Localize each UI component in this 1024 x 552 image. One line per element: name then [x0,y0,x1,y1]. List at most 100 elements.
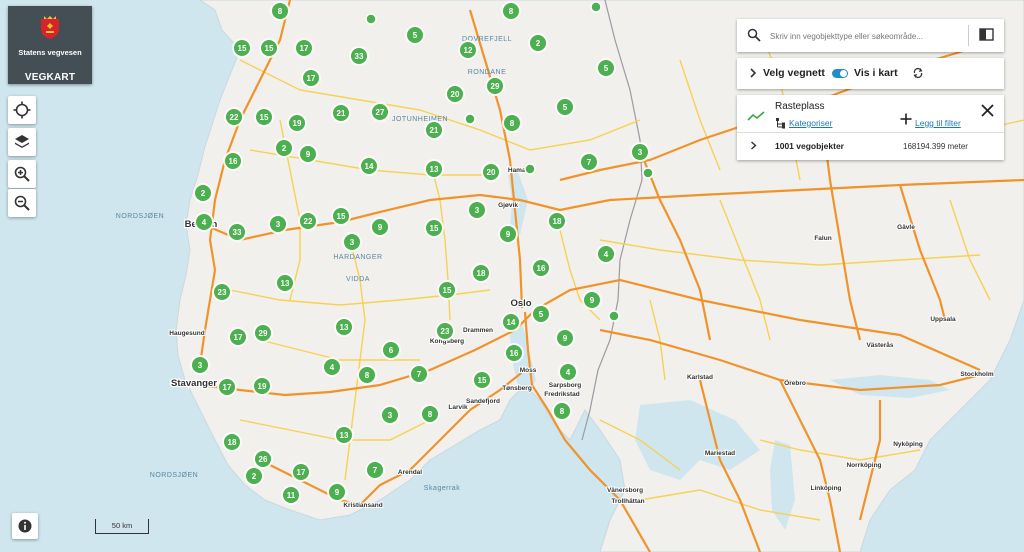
cluster-marker[interactable]: 15 [232,38,252,58]
cluster-marker[interactable]: 2 [274,138,294,158]
cluster-marker[interactable]: 7 [365,460,385,480]
cluster-marker[interactable]: 3 [467,200,487,220]
cluster-marker[interactable]: 4 [558,362,578,382]
cluster-marker[interactable]: 6 [381,340,401,360]
cluster-marker[interactable]: 26 [253,449,273,469]
cluster-marker[interactable]: 15 [424,218,444,238]
cluster-marker[interactable]: 9 [370,217,390,237]
chevron-right-icon[interactable] [750,141,757,150]
cluster-marker[interactable]: 18 [222,432,242,452]
cluster-marker[interactable]: 19 [252,376,272,396]
cluster-marker[interactable]: 22 [298,211,318,231]
rest-area-marker[interactable] [365,13,377,25]
cluster-marker[interactable]: 16 [504,343,524,363]
zoom-out-button[interactable] [8,189,36,217]
cluster-marker[interactable]: 15 [437,280,457,300]
object-count[interactable]: 1001 vegobjekter [775,141,844,151]
cluster-marker[interactable]: 18 [471,263,491,283]
categorize-link[interactable]: Kategoriser [789,118,832,128]
layers-button[interactable] [8,128,36,156]
cluster-marker[interactable]: 12 [458,40,478,60]
cluster-marker[interactable]: 17 [294,38,314,58]
cluster-marker[interactable]: 3 [342,232,362,252]
cluster-marker[interactable]: 13 [334,425,354,445]
locate-button[interactable] [8,96,36,124]
cluster-marker[interactable]: 21 [331,103,351,123]
cluster-marker[interactable]: 11 [281,485,301,505]
cluster-marker[interactable]: 17 [291,462,311,482]
rest-area-marker[interactable] [464,113,476,125]
cluster-marker[interactable]: 2 [193,183,213,203]
cluster-marker[interactable]: 13 [424,159,444,179]
zoom-in-button[interactable] [8,160,36,188]
cluster-marker[interactable]: 8 [502,113,522,133]
cluster-marker[interactable]: 7 [409,364,429,384]
cluster-marker[interactable]: 5 [596,58,616,78]
cluster-marker[interactable]: 8 [420,404,440,424]
select-network-button[interactable]: Velg vegnett [763,67,825,79]
cluster-marker[interactable]: 4 [322,357,342,377]
cluster-marker[interactable]: 33 [227,222,247,242]
cluster-marker[interactable]: 17 [217,377,237,397]
agency-logo[interactable]: Statens vegvesen VEGKART [8,6,92,84]
cluster-marker[interactable]: 27 [370,102,390,122]
chevron-right-icon[interactable] [749,68,757,78]
cluster-marker[interactable]: 15 [259,38,279,58]
cluster-marker[interactable]: 4 [596,244,616,264]
cluster-marker[interactable]: 5 [405,25,425,45]
cluster-marker[interactable]: 9 [327,482,347,502]
cluster-marker[interactable]: 23 [435,321,455,341]
cluster-marker[interactable]: 29 [253,323,273,343]
cluster-marker[interactable]: 21 [424,120,444,140]
cluster-marker[interactable]: 9 [582,290,602,310]
search-input[interactable] [768,27,968,45]
cluster-marker[interactable]: 9 [498,224,518,244]
plus-icon[interactable] [900,113,912,125]
cluster-marker[interactable]: 7 [579,152,599,172]
book-icon[interactable] [979,28,994,41]
cluster-marker[interactable]: 15 [472,370,492,390]
cluster-marker[interactable]: 14 [359,156,379,176]
rest-area-marker[interactable] [524,163,536,175]
cluster-marker[interactable]: 29 [485,76,505,96]
cluster-marker[interactable]: 16 [223,151,243,171]
cluster-marker[interactable]: 33 [349,46,369,66]
cluster-marker[interactable]: 8 [501,1,521,21]
cluster-marker[interactable]: 9 [555,328,575,348]
cluster-marker[interactable]: 8 [357,365,377,385]
cluster-marker[interactable]: 20 [445,84,465,104]
cluster-marker[interactable]: 15 [254,107,274,127]
cluster-marker[interactable]: 3 [268,214,288,234]
show-in-map-toggle[interactable] [832,69,848,78]
cluster-marker[interactable]: 3 [630,142,650,162]
cluster-marker[interactable]: 18 [547,211,567,231]
cluster-marker[interactable]: 19 [287,113,307,133]
cluster-marker[interactable]: 2 [244,466,264,486]
cluster-marker[interactable]: 8 [270,1,290,21]
cluster-marker[interactable]: 5 [531,304,551,324]
rest-area-marker[interactable] [590,1,602,13]
cluster-marker[interactable]: 9 [298,144,318,164]
cluster-marker[interactable]: 3 [380,405,400,425]
cluster-marker[interactable]: 3 [190,355,210,375]
cluster-marker[interactable]: 17 [301,68,321,88]
cluster-marker[interactable]: 13 [275,273,295,293]
cluster-marker[interactable]: 16 [531,258,551,278]
cluster-marker[interactable]: 22 [224,107,244,127]
cluster-marker[interactable]: 13 [334,317,354,337]
refresh-icon[interactable] [912,67,924,79]
cluster-marker[interactable]: 8 [552,401,572,421]
close-icon[interactable] [981,104,994,117]
info-button[interactable] [12,513,38,539]
cluster-marker[interactable]: 15 [331,206,351,226]
cluster-marker[interactable]: 14 [501,312,521,332]
cluster-marker[interactable]: 2 [528,33,548,53]
cluster-marker[interactable]: 17 [228,327,248,347]
cluster-marker[interactable]: 23 [212,282,232,302]
rest-area-marker[interactable] [642,167,654,179]
cluster-marker[interactable]: 20 [481,162,501,182]
add-filter-link[interactable]: Legg til filter [915,118,961,128]
cluster-marker[interactable]: 5 [555,97,575,117]
rest-area-marker[interactable] [608,310,620,322]
cluster-marker[interactable]: 4 [194,212,214,232]
